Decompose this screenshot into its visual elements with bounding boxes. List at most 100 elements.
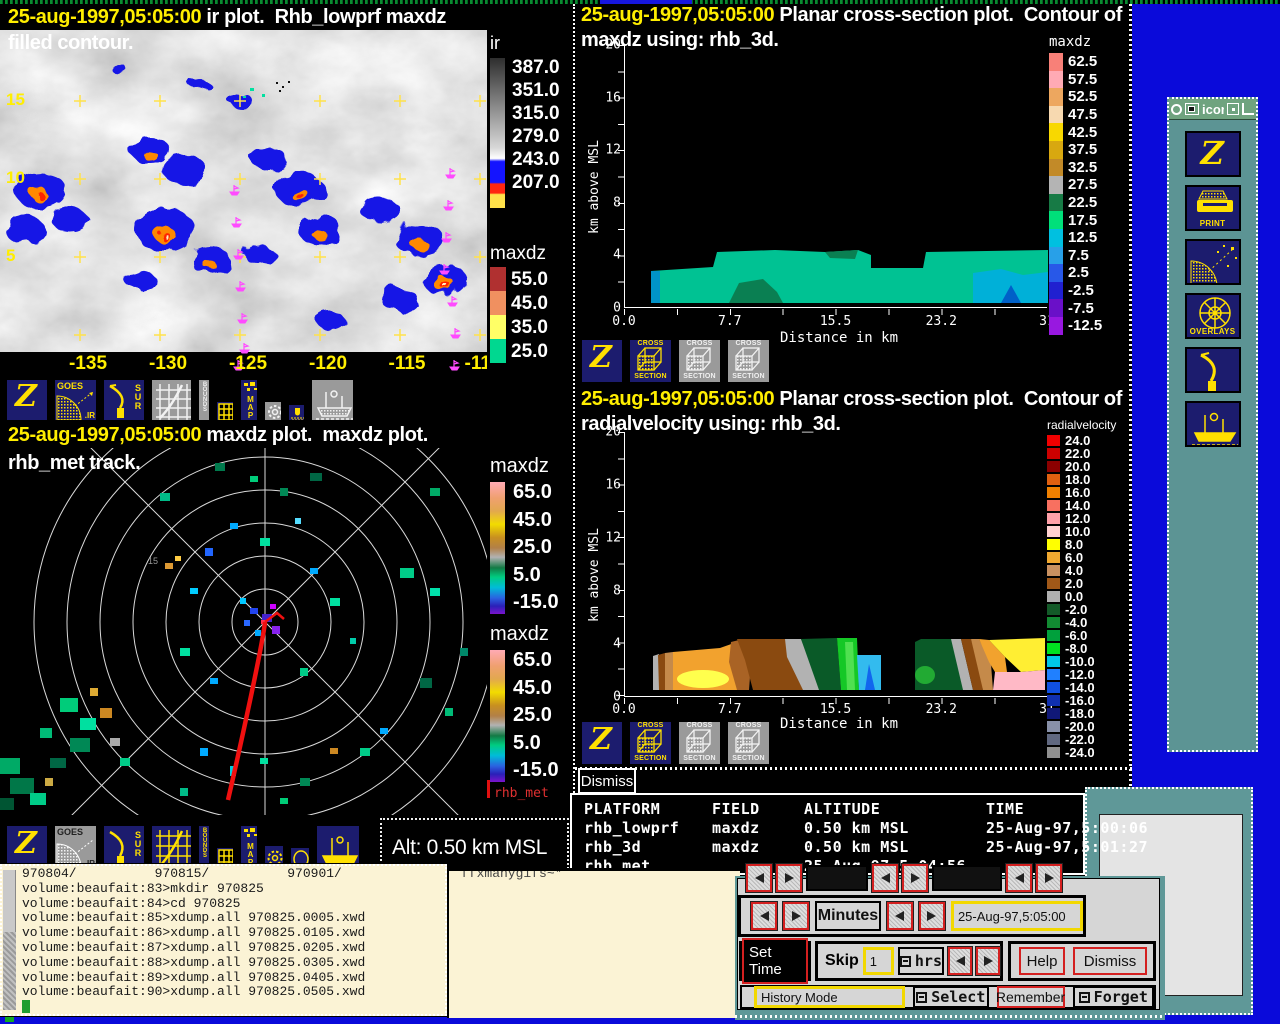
zeb-logo-button[interactable]: Z (580, 720, 624, 766)
clipped-button[interactable] (932, 865, 1002, 891)
cross-section-button-active[interactable]: CROSSSECTION (628, 720, 673, 766)
history-mode-field[interactable]: History Mode (754, 986, 905, 1008)
minutes-forward-button[interactable] (783, 902, 809, 930)
bounds-button[interactable]: BOUNDS (197, 378, 211, 422)
step-forward-button[interactable] (902, 864, 928, 892)
colorbar-swatch (1049, 282, 1063, 300)
terminal-scrollbar-thumb[interactable] (3, 932, 16, 1010)
goes-ir-button[interactable]: GOES .IR (53, 378, 98, 422)
step-forward-button[interactable] (1036, 864, 1062, 892)
status-dismiss-button[interactable]: Dismiss (578, 768, 636, 794)
buoy-button[interactable] (287, 403, 306, 422)
grid-tool-button[interactable] (150, 378, 193, 422)
colorbar-tick-label: 45.0 (513, 510, 559, 530)
terminal-output[interactable]: 970804/ 970815/ 970901/volume:beaufait:8… (22, 867, 365, 1015)
wm-corner-marker (5, 1016, 14, 1022)
radar-echoes (0, 463, 468, 810)
cross-section-button[interactable]: CROSSSECTION (677, 338, 722, 384)
clipped-button-row (746, 863, 1062, 893)
help-button[interactable]: Help (1019, 947, 1065, 975)
colorbar-swatch (1047, 747, 1060, 758)
step-back-button[interactable] (872, 864, 898, 892)
map-button[interactable]: MAP (239, 378, 259, 422)
terminal-scrollbar[interactable] (3, 870, 16, 1010)
cross-section-button[interactable]: CROSSSECTION (726, 720, 771, 766)
overlays-icon[interactable]: OVERLAYS (1185, 293, 1241, 339)
x-tick-label: -110 (465, 353, 487, 375)
terminal-line: 970804/ 970815/ 970901/ (22, 867, 365, 882)
terminal-line: volume:beaufait:84>cd 970825 (22, 897, 365, 912)
ir-colorbar: ir 387.0351.0315.0279.0243.0207.0 (490, 34, 560, 208)
x-tick-label: 0.0 (612, 314, 635, 329)
cross-section-button[interactable]: CROSSSECTION (726, 338, 771, 384)
zeb-logo-icon[interactable]: Z (1185, 131, 1241, 177)
gear-button[interactable] (263, 400, 283, 422)
ir-maxdz-colorbar-label: maxdz (490, 244, 548, 263)
print-icon[interactable]: PRINT (1185, 185, 1241, 231)
time-forward-button[interactable] (919, 902, 945, 930)
colorbar-tick-label: 47.5 (1068, 107, 1097, 122)
status-dismiss-label: Dismiss (581, 773, 634, 790)
ship-icon[interactable] (1185, 401, 1241, 447)
clipped-button[interactable] (806, 865, 868, 891)
colorbar-swatch (1047, 630, 1060, 641)
x-tick-label: -115 (389, 353, 426, 375)
surveillance-radar-button[interactable]: SUR (102, 378, 146, 422)
skip-back-button[interactable] (948, 947, 972, 975)
satellite-dish-icon[interactable] (1185, 239, 1241, 285)
colorbar-tick-label: 5.0 (513, 733, 559, 753)
colorbar-swatch (1049, 176, 1063, 194)
window-list-icon[interactable] (1185, 103, 1199, 115)
colorbar-swatch (1049, 194, 1063, 212)
cross-section-button[interactable]: CROSSSECTION (677, 720, 722, 766)
colorbar-tick-label: 52.5 (1068, 89, 1097, 104)
skip-field[interactable]: 1 (863, 947, 894, 975)
colorbar-swatch (1047, 552, 1060, 563)
xs2-timestamp: 25-aug-1997,05:05:00 (581, 388, 774, 410)
control-dismiss-button[interactable]: Dismiss (1073, 947, 1147, 975)
status-cell: 0.50 km MSL (804, 819, 986, 837)
remember-button[interactable]: Remember (997, 986, 1065, 1008)
forget-menu-button[interactable]: Forget (1073, 986, 1154, 1008)
colorbar-tick-label: 27.5 (1068, 177, 1097, 192)
time-field[interactable]: 25-Aug-97,5:05:00 (951, 901, 1083, 931)
set-time-button[interactable]: Set Time (742, 938, 808, 984)
time-back-button[interactable] (887, 902, 913, 930)
cross-section-button-active[interactable]: CROSSSECTION (628, 338, 673, 384)
step-back-button[interactable] (1006, 864, 1032, 892)
zeb-logo-button[interactable]: Z (5, 378, 49, 422)
step-back-button[interactable] (746, 864, 772, 892)
select-menu-button[interactable]: Select (913, 986, 989, 1008)
colorbar-swatch (1049, 264, 1063, 282)
icon-panel-titlebar[interactable]: icon (1169, 99, 1256, 120)
iconify-icon[interactable] (1227, 103, 1239, 115)
resize-icon[interactable] (1242, 103, 1254, 115)
colorbar-swatch (1047, 721, 1060, 732)
sur-label: SUR (133, 383, 142, 410)
skip-forward-button[interactable] (976, 947, 1000, 975)
colorbar-swatch (1049, 229, 1063, 247)
minutes-back-button[interactable] (751, 902, 777, 930)
hrs-menu-button[interactable]: hrs (898, 947, 944, 975)
track-color-key (487, 780, 490, 798)
small-grid-button[interactable] (215, 400, 235, 422)
colorbar-tick-label: 55.0 (511, 270, 548, 289)
skip-label: Skip (825, 952, 859, 970)
xs1-yaxis-label: km above MSL (587, 140, 602, 234)
window-menu-icon[interactable] (1171, 104, 1182, 115)
terminal-window[interactable]: 970804/ 970815/ 970901/volume:beaufait:8… (0, 864, 447, 1016)
step-forward-button[interactable] (776, 864, 802, 892)
colorbar-tick-label: 62.5 (1068, 54, 1097, 69)
colorbar-swatch (1047, 682, 1060, 693)
radar-antenna-icon[interactable] (1185, 347, 1241, 393)
colorbar-tick-label: 12.5 (1068, 230, 1097, 245)
colorbar-swatch (1049, 299, 1063, 317)
ship-button[interactable] (310, 378, 355, 422)
minutes-button[interactable]: Minutes (815, 901, 881, 931)
xs2-toolbar: Z CROSSSECTION CROSSSECTION CROSSSECTION (580, 718, 771, 766)
colorbar-tick-label: 65.0 (513, 650, 559, 670)
xs1-title-line2: maxdz using: rhb_3d. (581, 29, 779, 52)
status-header-cell: FIELD (712, 800, 804, 818)
zeb-logo-button[interactable]: Z (580, 338, 624, 384)
colorbar-swatch (1047, 695, 1060, 706)
